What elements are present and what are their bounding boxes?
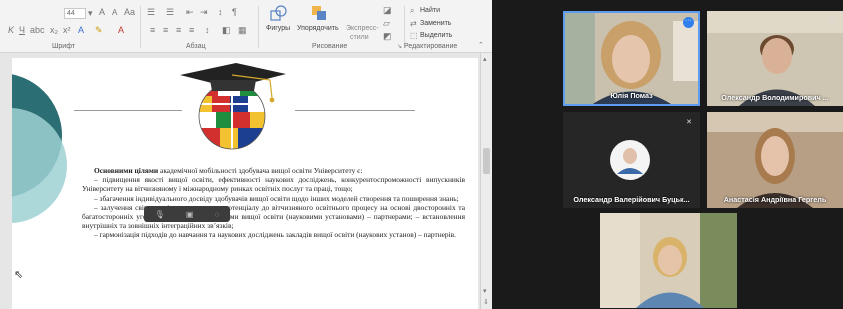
quick-styles-button[interactable]: Экспресс- [346, 25, 379, 32]
participant-tile[interactable] [600, 213, 737, 308]
scroll-up-icon[interactable]: ▴ [483, 55, 487, 63]
paragraph-marks-icon[interactable]: ¶ [232, 7, 237, 17]
shape-outline-icon[interactable]: ▱ [383, 18, 390, 29]
more-options-icon[interactable]: ··· [683, 17, 694, 28]
participant-video [707, 11, 843, 106]
list-item: – підвищення якості вищої освіти, ефекти… [82, 175, 465, 194]
bullets-icon[interactable]: ☰ [147, 7, 155, 18]
find-icon[interactable]: ⌕ [410, 6, 414, 16]
align-center-icon[interactable]: ≡ [163, 25, 168, 35]
ribbon-separator [258, 6, 259, 48]
participant-name: Олександр Валерійович Буцьк... [573, 195, 690, 204]
editing-group-label: Редактирование [404, 43, 458, 50]
more-icon[interactable]: ◌ [215, 210, 220, 219]
participant-name: Юлія Помаз [610, 91, 653, 100]
word-window: 44 ▾ A A Aa K Ч abc x₂ x² A ✎ A Шрифт ☰ … [0, 0, 492, 309]
select-icon[interactable]: ⬚ [410, 31, 418, 40]
quick-styles-label: стили [350, 34, 369, 41]
scroll-down-icon[interactable]: ▾ [483, 287, 487, 295]
globe-graduation-cap-image [180, 63, 286, 150]
list-item: – збагачення індивідуального досвіду здо… [94, 193, 459, 203]
lead-text: академічної мобільності здобувача вищої … [158, 166, 363, 175]
increase-indent-icon[interactable]: ⇥ [200, 7, 208, 18]
replace-icon[interactable]: ⇄ [410, 19, 417, 28]
lead-bold-text: Основними цілями [94, 166, 159, 175]
participant-avatar [610, 140, 650, 180]
font-size-box[interactable]: 44 [64, 8, 86, 19]
shape-fill-icon[interactable]: ◪ [383, 5, 392, 16]
video-off-icon[interactable]: ▣ [186, 210, 194, 219]
mouse-pointer-icon: ⇖ [14, 269, 24, 281]
list-item: – залучення світового інтелектуального п… [82, 202, 465, 231]
ribbon: 44 ▾ A A Aa K Ч abc x₂ x² A ✎ A Шрифт ☰ … [0, 0, 492, 53]
font-color-icon[interactable]: A [118, 25, 124, 35]
participant-video [707, 112, 843, 208]
muted-mic-icon: ✕ [686, 119, 692, 126]
video-gallery: ··· Юлія Помаз ✕ Олександр Володимирович… [492, 0, 843, 309]
paragraph-group-label: Абзац [186, 43, 206, 50]
participant-tile[interactable]: ✕ Олександр Володимирович ... [707, 11, 843, 106]
chevron-down-icon[interactable]: ▾ [88, 8, 93, 19]
floating-media-toolbar: 🎙 ▣ ◌ [144, 206, 230, 222]
sort-icon[interactable]: ↕ [218, 7, 223, 17]
text-effects-icon[interactable]: A [78, 25, 84, 35]
arrange-button[interactable]: Упорядочить [297, 25, 339, 32]
subscript-icon[interactable]: x₂ [50, 25, 58, 35]
participant-tile[interactable]: Анастасія Андріївна Гергель [707, 112, 843, 208]
find-button[interactable]: Найти [420, 7, 440, 14]
replace-button[interactable]: Заменить [420, 20, 451, 27]
document-body-text[interactable]: Основними цілями академічної мобільності… [82, 166, 465, 240]
next-page-icon[interactable]: ⇓ [483, 298, 489, 306]
shapes-icon[interactable] [270, 5, 288, 21]
divider-line [74, 110, 182, 111]
list-item: – гармонізація підходів до навчання та н… [94, 230, 457, 240]
shading-icon[interactable]: ◧ [222, 25, 231, 36]
justify-icon[interactable]: ≡ [189, 25, 194, 35]
participant-tile[interactable]: ✕ Олександр Валерійович Буцьк... [563, 112, 700, 208]
participant-video [600, 213, 737, 308]
strikethrough-icon[interactable]: abc [30, 25, 45, 35]
line-spacing-icon[interactable]: ↕ [205, 25, 210, 35]
shapes-button[interactable]: Фигуры [266, 25, 290, 32]
participant-name: Олександр Володимирович ... [721, 93, 829, 102]
align-left-icon[interactable]: ≡ [150, 25, 155, 35]
highlight-icon[interactable]: ✎ [95, 25, 103, 36]
decrease-indent-icon[interactable]: ⇤ [186, 7, 194, 18]
divider-line [295, 110, 415, 111]
muted-mic-icon: ✕ [829, 18, 835, 25]
shape-effects-icon[interactable]: ◩ [383, 31, 392, 42]
collapse-ribbon-icon[interactable]: ⌃ [478, 41, 484, 49]
ribbon-separator [140, 6, 141, 48]
numbering-icon[interactable]: ☰ [166, 7, 174, 18]
select-button[interactable]: Выделить [420, 32, 452, 39]
grow-font-icon[interactable]: A [99, 7, 105, 17]
borders-icon[interactable]: ▦ [238, 25, 247, 36]
dialog-launcher-icon[interactable]: ↘ [397, 43, 402, 50]
mute-icon[interactable]: 🎙 [155, 210, 165, 219]
vertical-scrollbar[interactable]: ▴ ▾ ⇓ [480, 53, 492, 309]
drawing-group-label: Рисование [312, 43, 348, 50]
align-right-icon[interactable]: ≡ [176, 25, 181, 35]
participant-name: Анастасія Андріївна Гергель [723, 195, 827, 204]
italic-icon[interactable]: K [8, 25, 14, 35]
change-case-icon[interactable]: Aa [124, 7, 135, 17]
font-group-label: Шрифт [52, 43, 76, 50]
shrink-font-icon[interactable]: A [112, 8, 117, 17]
document-page[interactable]: Основними цілями академічної мобільності… [12, 58, 478, 309]
underline-icon[interactable]: Ч [19, 25, 25, 35]
ribbon-separator [404, 6, 405, 48]
participant-tile[interactable]: ··· Юлія Помаз [563, 11, 700, 106]
superscript-icon[interactable]: x² [63, 25, 71, 35]
arrange-icon[interactable] [310, 4, 328, 22]
scrollbar-thumb[interactable] [483, 148, 490, 174]
